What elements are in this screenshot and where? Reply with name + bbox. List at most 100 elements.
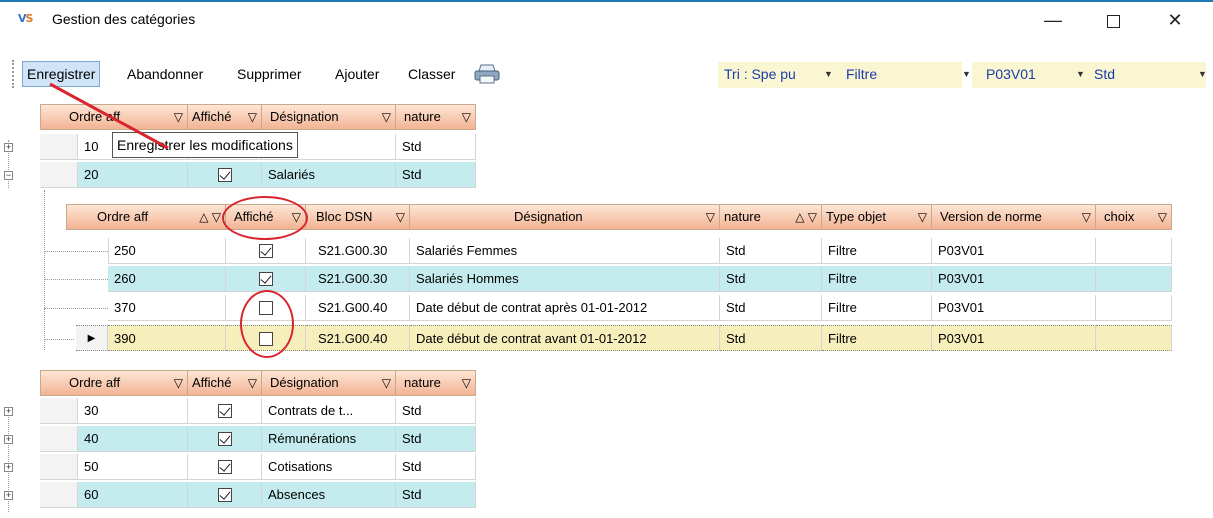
bloc-cell[interactable]: S21.G00.30	[306, 238, 410, 264]
expand-icon[interactable]: +	[4, 435, 13, 444]
choice-cell[interactable]	[1096, 238, 1172, 264]
checkbox[interactable]	[217, 404, 232, 418]
designation-cell[interactable]: Cotisations	[262, 454, 396, 480]
checkbox[interactable]	[258, 272, 273, 286]
order-cell[interactable]: 370	[108, 295, 226, 321]
choice-cell[interactable]	[1096, 325, 1172, 351]
bloc-cell[interactable]: S21.G00.30	[306, 266, 410, 292]
col-header-nature[interactable]: nature △ ▽	[720, 204, 822, 230]
col-header-bloc[interactable]: Bloc DSN ▽	[306, 204, 410, 230]
choice-cell[interactable]	[1096, 295, 1172, 321]
displayed-cell[interactable]	[226, 266, 306, 292]
row-header[interactable]	[40, 482, 78, 508]
designation-cell[interactable]: Salariés Femmes	[410, 238, 720, 264]
bloc-cell[interactable]: S21.G00.40	[306, 325, 410, 351]
filter-combo[interactable]: Filtre ▼	[840, 62, 971, 88]
type-cell[interactable]: Filtre	[822, 266, 932, 292]
printer-icon[interactable]	[474, 64, 500, 84]
col-header-order[interactable]: Ordre aff ▽	[40, 370, 188, 396]
close-button[interactable]: ✕	[1152, 4, 1198, 36]
order-cell[interactable]: 20	[78, 162, 188, 188]
bloc-cell[interactable]: S21.G00.40	[306, 295, 410, 321]
checkbox[interactable]	[258, 244, 273, 258]
filter-icon[interactable]: ▽	[918, 205, 927, 229]
version-cell[interactable]: P03V01	[932, 266, 1096, 292]
col-header-order[interactable]: Ordre aff △ ▽	[66, 204, 226, 230]
order-cell[interactable]: 30	[78, 398, 188, 424]
filter-icon[interactable]: ▽	[174, 371, 183, 395]
designation-cell[interactable]: Absences	[262, 482, 396, 508]
order-cell[interactable]: 60	[78, 482, 188, 508]
displayed-cell[interactable]	[188, 426, 262, 452]
filter-icon[interactable]: ▽	[248, 105, 257, 129]
filter-icon[interactable]: ▽	[174, 105, 183, 129]
filter-icon[interactable]: ▽	[1082, 205, 1091, 229]
nature-cell[interactable]: Std	[720, 238, 822, 264]
nature-cell[interactable]: Std	[396, 454, 476, 480]
col-header-displayed[interactable]: Affiché ▽	[188, 104, 262, 130]
filter-icon[interactable]: △ ▽	[199, 205, 221, 229]
type-cell[interactable]: Filtre	[822, 295, 932, 321]
row-header[interactable]	[40, 162, 78, 188]
type-cell[interactable]: Filtre	[822, 325, 932, 351]
type-cell[interactable]: Filtre	[822, 238, 932, 264]
add-button[interactable]: Ajouter	[330, 61, 384, 87]
checkbox[interactable]	[217, 168, 232, 182]
filter-icon[interactable]: ▽	[248, 371, 257, 395]
displayed-cell[interactable]	[188, 398, 262, 424]
nature-cell[interactable]: Std	[720, 295, 822, 321]
checkbox[interactable]	[217, 432, 232, 446]
order-cell[interactable]: 250	[108, 238, 226, 264]
version-combo[interactable]: P03V01 ▼	[972, 62, 1094, 88]
designation-cell[interactable]: Date début de contrat après 01-01-2012	[410, 295, 720, 321]
expand-icon[interactable]: +	[4, 407, 13, 416]
col-header-displayed[interactable]: Affiché ▽	[188, 370, 262, 396]
displayed-cell[interactable]	[188, 482, 262, 508]
filter-icon[interactable]: ▽	[1158, 205, 1167, 229]
row-header[interactable]	[40, 426, 78, 452]
nature-cell[interactable]: Std	[720, 325, 822, 351]
minimize-button[interactable]: —	[1030, 4, 1076, 36]
version-cell[interactable]: P03V01	[932, 295, 1096, 321]
filter-icon[interactable]: ▽	[382, 105, 391, 129]
version-cell[interactable]: P03V01	[932, 238, 1096, 264]
nature-cell[interactable]: Std	[396, 426, 476, 452]
checkbox[interactable]	[217, 460, 232, 474]
order-cell[interactable]: 260	[108, 266, 226, 292]
designation-cell[interactable]: Contrats de t...	[262, 398, 396, 424]
designation-cell[interactable]: Salariés Hommes	[410, 266, 720, 292]
collapse-icon[interactable]: −	[4, 171, 13, 180]
nature-cell[interactable]: Std	[396, 162, 476, 188]
row-header[interactable]	[40, 454, 78, 480]
nature-cell[interactable]: Std	[396, 482, 476, 508]
col-header-nature[interactable]: nature ▽	[396, 104, 476, 130]
filter-icon[interactable]: △ ▽	[795, 205, 817, 229]
filter-icon[interactable]: ▽	[706, 205, 715, 229]
std-combo[interactable]: Std ▼	[1088, 62, 1207, 88]
col-header-type[interactable]: Type objet ▽	[822, 204, 932, 230]
delete-button[interactable]: Supprimer	[232, 61, 307, 87]
order-cell[interactable]: 50	[78, 454, 188, 480]
classify-button[interactable]: Classer	[403, 61, 460, 87]
save-button[interactable]: Enregistrer	[22, 61, 101, 87]
order-cell[interactable]: 40	[78, 426, 188, 452]
expand-icon[interactable]: +	[4, 463, 13, 472]
col-header-version[interactable]: Version de norme ▽	[932, 204, 1096, 230]
col-header-choice[interactable]: choix ▽	[1096, 204, 1172, 230]
col-header-designation[interactable]: Désignation ▽	[410, 204, 720, 230]
order-cell[interactable]: 390	[108, 325, 226, 351]
filter-icon[interactable]: ▽	[462, 371, 471, 395]
col-header-designation[interactable]: Désignation ▽	[262, 104, 396, 130]
col-header-nature[interactable]: nature ▽	[396, 370, 476, 396]
displayed-cell[interactable]	[226, 238, 306, 264]
nature-cell[interactable]: Std	[396, 398, 476, 424]
displayed-cell[interactable]	[188, 162, 262, 188]
displayed-cell[interactable]	[188, 454, 262, 480]
col-header-designation[interactable]: Désignation ▽	[262, 370, 396, 396]
toolbar-grip[interactable]	[12, 60, 15, 88]
checkbox[interactable]	[217, 488, 232, 502]
choice-cell[interactable]	[1096, 266, 1172, 292]
filter-icon[interactable]: ▽	[382, 371, 391, 395]
expand-icon[interactable]: +	[4, 491, 13, 500]
maximize-button[interactable]	[1090, 4, 1136, 36]
